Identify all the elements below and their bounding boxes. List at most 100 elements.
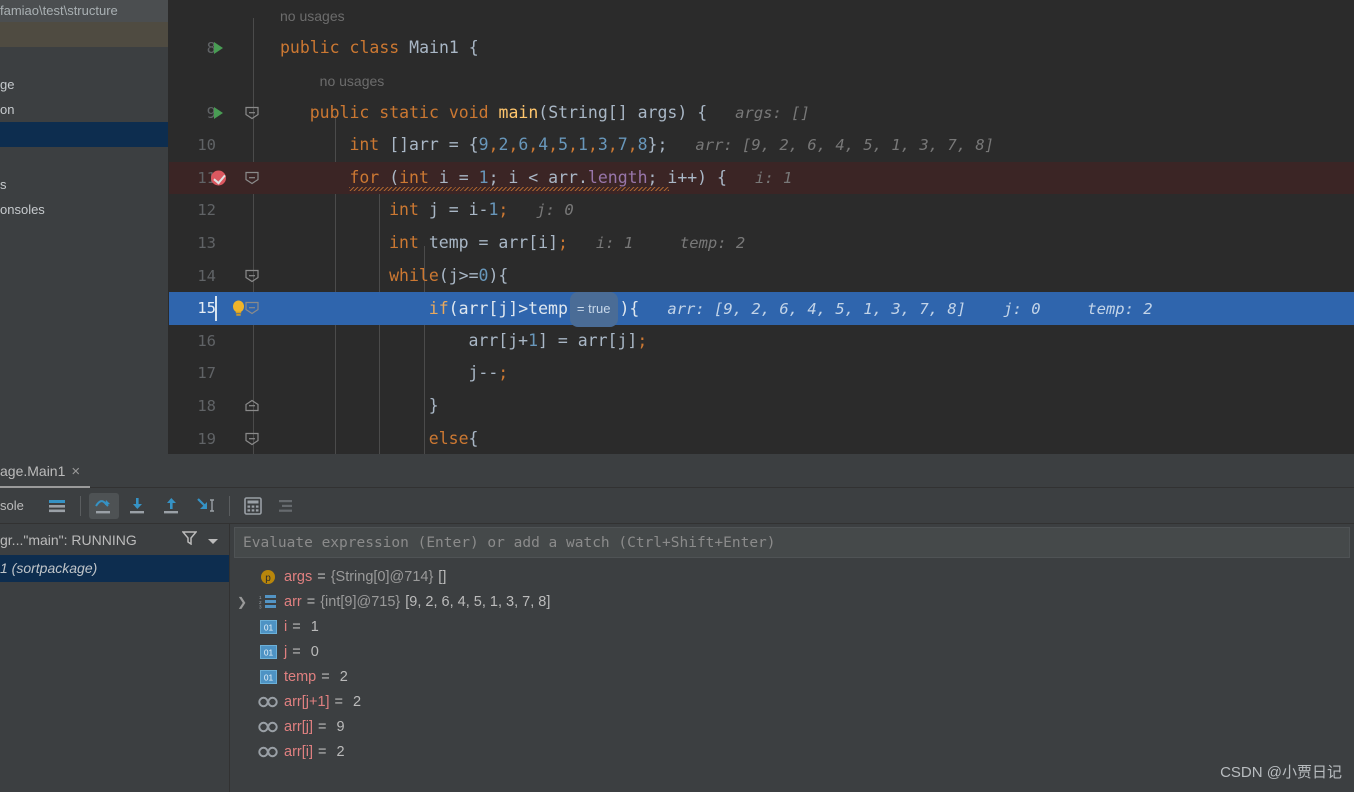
code-text[interactable]: public class Main1 { (280, 32, 1354, 65)
code-text[interactable]: int temp = arr[i]; i: 1 temp: 2 (280, 227, 1354, 260)
thread-selector[interactable]: gr..."main": RUNNING (0, 524, 229, 555)
gutter[interactable]: 18 (169, 390, 280, 423)
code-text[interactable]: while(j>=0){ (280, 260, 1354, 293)
svg-text:01: 01 (263, 622, 273, 632)
variable-name: arr (284, 593, 302, 610)
code-token: 1 (488, 200, 499, 220)
code-text[interactable]: if(arr[j]>temp = true){ arr: [9, 2, 6, 4,… (280, 292, 1354, 327)
code-editor[interactable]: no usages 8 public class Main1 {no usages 9… (169, 0, 1354, 454)
editor-line[interactable]: 9 public static void main(String[] args) … (169, 97, 1354, 130)
gutter[interactable]: 17 (169, 357, 280, 390)
inline-debug-value: args: [] (707, 103, 810, 122)
project-row[interactable]: on (0, 97, 168, 122)
editor-line[interactable]: 16 arr[j+1] = arr[j]; (169, 325, 1354, 358)
code-text[interactable]: } (280, 390, 1354, 423)
editor-line[interactable]: 15 if(arr[j]>temp = true){ arr: [9, 2, 6, … (169, 292, 1354, 327)
line-number: 14 (197, 266, 216, 285)
gutter[interactable] (169, 65, 280, 97)
variables-panel[interactable]: Evaluate expression (Enter) or add a wat… (230, 524, 1354, 792)
run-gutter-icon[interactable] (214, 42, 223, 55)
editor-line[interactable]: 18} (169, 390, 1354, 423)
code-token: arr[j+ (468, 330, 529, 350)
editor-line[interactable]: 10 int []arr = {9,2,6,4,5,1,3,7,8}; arr: … (169, 129, 1354, 162)
editor-line[interactable]: 12 int j = i-1; j: 0 (169, 194, 1354, 227)
project-row-selected[interactable] (0, 122, 168, 147)
project-row[interactable]: s (0, 172, 168, 197)
run-gutter-icon[interactable] (214, 106, 223, 119)
fold-toggle-icon[interactable] (245, 400, 259, 413)
intention-bulb-icon[interactable] (231, 300, 246, 317)
gutter[interactable]: 16 (169, 325, 280, 358)
editor-line[interactable]: 11 for (int i = 1; i < arr.length; i++) {… (169, 161, 1354, 195)
project-row[interactable]: ge (0, 72, 168, 97)
code-text[interactable]: else{ (280, 423, 1354, 454)
step-over-icon[interactable] (89, 492, 119, 519)
editor-line[interactable]: 8 public class Main1 { (169, 32, 1354, 65)
breakpoint-icon[interactable] (211, 170, 226, 186)
stack-frame-row[interactable]: 1 (sortpackage) (0, 555, 229, 582)
variable-row[interactable]: p args = {String[0]@714}[] (230, 564, 1354, 589)
evaluate-expression-input[interactable]: Evaluate expression (Enter) or add a wat… (234, 527, 1350, 558)
variable-value: [] (438, 568, 447, 585)
editor-line[interactable]: 17 j--; (169, 357, 1354, 390)
project-pane[interactable]: famiao\test\structure ge on s onsoles (0, 0, 169, 454)
project-row[interactable] (0, 47, 168, 72)
variable-row[interactable]: 01 j = 0 (230, 639, 1354, 664)
debug-session-tab-label: age.Main1 (0, 463, 66, 479)
editor-line[interactable]: 13 int temp = arr[i]; i: 1 temp: 2 (169, 227, 1354, 260)
gutter[interactable]: 19 (169, 423, 280, 454)
code-token: ; i++) { (647, 167, 727, 187)
gutter[interactable]: 8 (169, 32, 280, 65)
filter-icon[interactable] (181, 531, 198, 548)
debug-tab-strip[interactable]: age.Main1 × (0, 454, 1354, 488)
variable-row[interactable]: 01 temp = 2 (230, 664, 1354, 689)
fold-toggle-icon[interactable] (245, 269, 259, 283)
gutter[interactable]: 9 (169, 97, 280, 130)
debug-tool-window[interactable]: age.Main1 × sole gr..."main": RUNNING 1 … (0, 454, 1354, 792)
expand-arrow-icon[interactable]: ❯ (237, 595, 247, 609)
fold-toggle-icon[interactable] (245, 171, 259, 185)
gutter[interactable]: 12 (169, 194, 280, 227)
code-text[interactable]: j--; (280, 357, 1354, 390)
mute-breakpoints-icon[interactable] (272, 493, 302, 519)
inline-debug-value: arr: [9, 2, 6, 4, 5, 1, 3, 7, 8] (667, 136, 995, 155)
gutter[interactable]: 13 (169, 227, 280, 260)
code-text[interactable]: arr[j+1] = arr[j]; (280, 325, 1354, 358)
show-execution-point-icon[interactable] (42, 493, 72, 519)
debug-toolbar[interactable]: sole (0, 488, 1354, 524)
close-icon[interactable]: × (71, 463, 80, 480)
code-text[interactable]: public static void main(String[] args) {… (280, 97, 1354, 130)
variable-row[interactable]: ❯ 1 2 3 arr = {int[9]@715} [9, 2, 6, 4, 5, 1, 3… (230, 589, 1354, 614)
project-row[interactable] (0, 22, 168, 47)
gutter[interactable]: 15 (169, 292, 280, 325)
debug-session-tab[interactable]: age.Main1 × (0, 454, 91, 488)
project-row[interactable] (0, 147, 168, 172)
fold-toggle-icon[interactable] (245, 106, 259, 120)
code-token: 4 (538, 135, 549, 155)
code-text[interactable]: int j = i-1; j: 0 (280, 194, 1354, 227)
variable-row[interactable]: arr[j] = 9 (230, 714, 1354, 739)
gutter[interactable]: 10 (169, 129, 280, 162)
code-text[interactable]: int []arr = {9,2,6,4,5,1,3,7,8}; arr: [9… (280, 129, 1354, 162)
fold-toggle-icon[interactable] (245, 432, 259, 446)
variable-row[interactable]: arr[j+1] = 2 (230, 689, 1354, 714)
step-out-icon[interactable] (157, 493, 187, 519)
evaluate-expression-icon[interactable] (238, 493, 268, 519)
gutter[interactable]: 14 (169, 260, 280, 293)
console-tab-label[interactable]: sole (0, 498, 40, 513)
watch-icon (258, 694, 278, 710)
fold-toggle-icon[interactable] (245, 302, 259, 315)
variable-row[interactable]: arr[i] = 2 (230, 739, 1354, 764)
gutter[interactable] (169, 0, 280, 32)
editor-line[interactable]: 14 while(j>=0){ (169, 260, 1354, 293)
gutter[interactable]: 11 (169, 162, 280, 195)
variable-row[interactable]: 01 i = 1 (230, 614, 1354, 639)
frames-panel[interactable]: gr..."main": RUNNING 1 (sortpackage) (0, 524, 230, 792)
editor-line[interactable]: 19 else{ (169, 423, 1354, 454)
chevron-down-icon[interactable] (207, 532, 219, 548)
variables-list[interactable]: p args = {String[0]@714}[] ❯ 1 2 3 arr = {int[9]@7… (230, 560, 1354, 764)
project-row[interactable]: onsoles (0, 197, 168, 222)
variable-equals: = (292, 643, 301, 660)
run-to-cursor-icon[interactable] (191, 493, 221, 519)
step-into-icon[interactable] (123, 493, 153, 519)
